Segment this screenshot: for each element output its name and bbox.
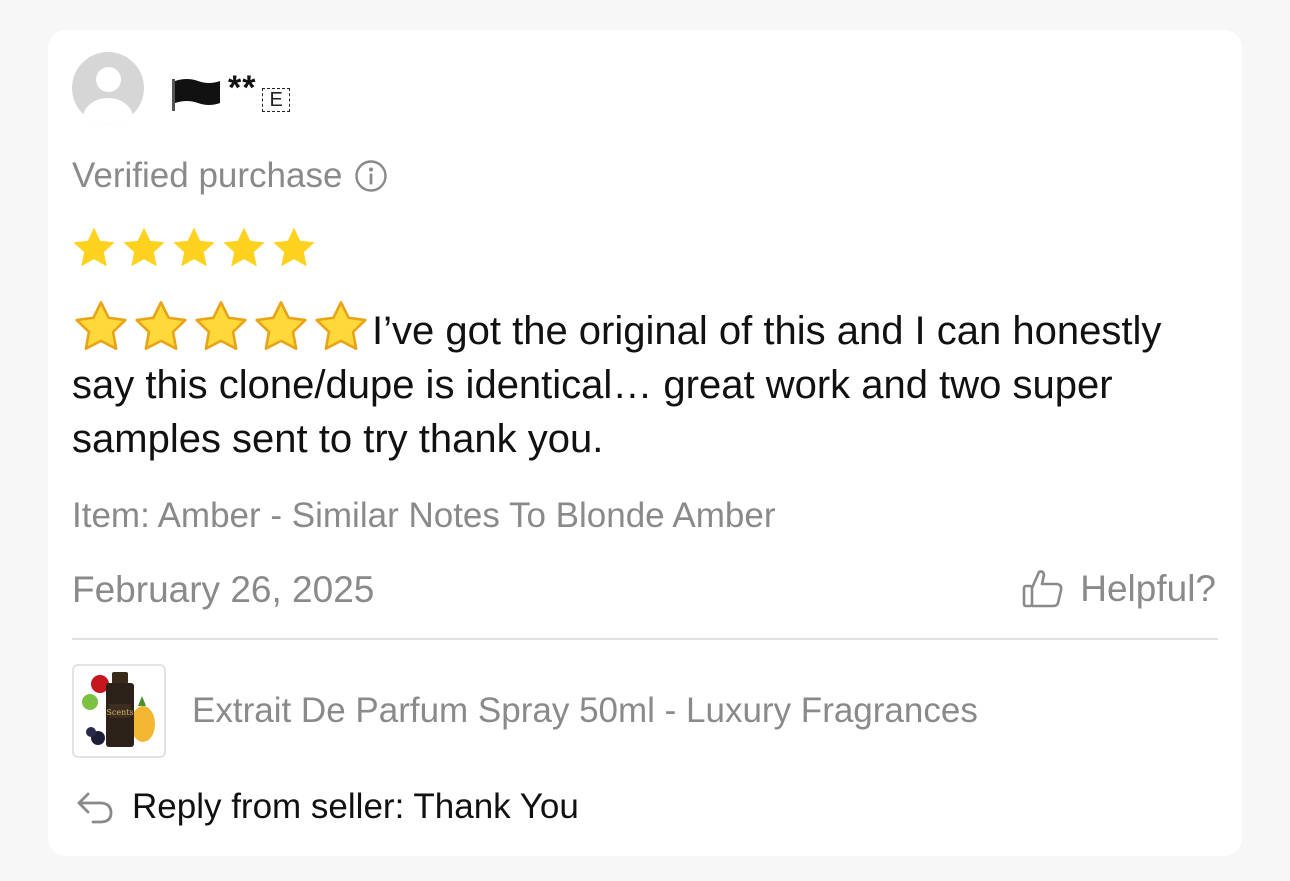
seller-reply-text: Reply from seller: Thank You [132, 787, 579, 826]
helpful-label: Helpful? [1080, 568, 1216, 609]
star-icon [173, 227, 215, 267]
item-variant: Item: Amber - Similar Notes To Blonde Am… [72, 496, 776, 535]
avatar [72, 52, 144, 124]
reply-arrow-icon [77, 792, 113, 824]
star-emoji-icon [315, 301, 367, 350]
black-flag-icon [172, 79, 220, 111]
star-rating [70, 224, 318, 272]
star-emoji-icon [195, 301, 247, 350]
bottle-label: Scents [106, 708, 133, 717]
verified-purchase: Verified purchase [72, 156, 388, 196]
review-date: February 26, 2025 [72, 569, 375, 610]
reviewer-name: ** E [170, 69, 290, 114]
verified-purchase-label: Verified purchase [72, 156, 343, 195]
star-icon [73, 227, 115, 267]
star-emoji-icon [135, 301, 187, 350]
star-icon [273, 227, 315, 267]
star-emoji-icon [75, 301, 127, 350]
review-card: ** E Verified purchase I’ve got the orig… [48, 30, 1242, 856]
star-icon [223, 227, 265, 267]
avatar-head [96, 67, 121, 92]
product-thumbnail[interactable]: Scents [72, 664, 166, 758]
star-icon [123, 227, 165, 267]
helpful-button[interactable]: Helpful? [1020, 566, 1216, 612]
avatar-body [83, 98, 133, 124]
reviewer-tag: E [262, 88, 290, 112]
review-text: I’ve got the original of this and I can … [72, 300, 1192, 466]
perfume-bottle-image: Scents [82, 672, 155, 747]
product-title[interactable]: Extrait De Parfum Spray 50ml - Luxury Fr… [192, 691, 978, 731]
info-icon[interactable] [354, 159, 388, 193]
star-emoji-icon [255, 301, 307, 350]
thumbs-up-icon [1022, 570, 1063, 608]
reviewer-name-text: ** [228, 69, 257, 107]
emoji-stars [72, 300, 370, 352]
divider [72, 638, 1218, 640]
product-link[interactable]: Scents Extrait De Parfum Spray 50ml - Lu… [72, 664, 978, 758]
seller-reply: Reply from seller: Thank You [74, 786, 579, 828]
